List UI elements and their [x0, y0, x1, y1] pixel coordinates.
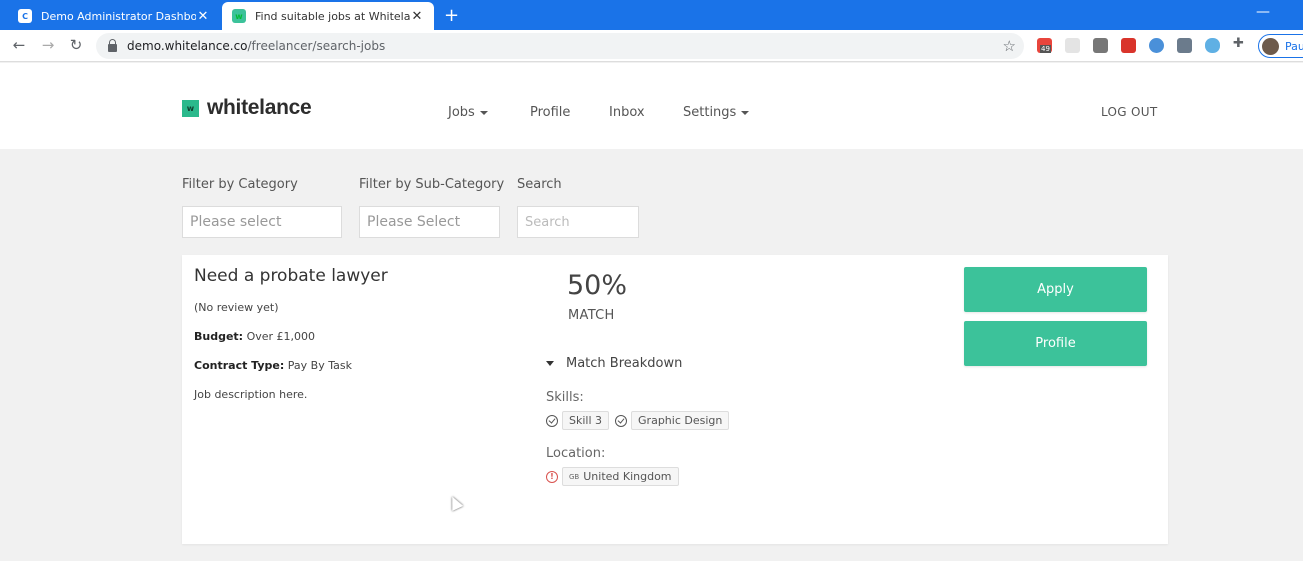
job-card: Need a probate lawyer (No review yet) Bu… [182, 255, 1168, 544]
job-budget: Budget: Over £1,000 [194, 330, 315, 343]
nav-inbox-label: Inbox [609, 105, 645, 120]
browser-tab-find-jobs[interactable]: w Find suitable jobs at Whitelance. ✕ [222, 2, 434, 30]
reload-icon[interactable]: ↻ [66, 36, 86, 54]
location-tag: GB United Kingdom [562, 467, 679, 486]
apply-button[interactable]: Apply [964, 267, 1147, 312]
nav-settings[interactable]: Settings [683, 105, 750, 120]
browser-toolbar: ← → ↻ demo.whitelance.co/freelancer/sear… [0, 30, 1303, 62]
contract-label: Contract Type: [194, 359, 285, 372]
nav-inbox[interactable]: Inbox [609, 105, 645, 120]
logo-text: whitelance [207, 96, 312, 119]
caret-down-icon [479, 110, 488, 115]
skills-label: Skills: [546, 390, 584, 405]
skill-tag: Graphic Design [631, 411, 730, 430]
whitelance-logo[interactable]: w whitelance [182, 96, 312, 120]
budget-value: Over £1,000 [246, 330, 316, 343]
nav-profile-label: Profile [530, 105, 571, 120]
grammar-extension-icon[interactable] [1177, 38, 1192, 53]
lock-icon [108, 38, 117, 52]
nav-profile[interactable]: Profile [530, 105, 570, 120]
contract-value: Pay By Task [287, 359, 352, 372]
flag-icon: GB [569, 472, 580, 481]
browser-profile-button[interactable]: Pau [1258, 34, 1303, 58]
tab-title: Demo Administrator Dashboard [41, 9, 196, 23]
subcategory-select[interactable]: Please Select [359, 206, 500, 238]
nav-settings-label: Settings [683, 105, 737, 120]
job-title: Need a probate lawyer [194, 266, 388, 286]
shield-extension-icon[interactable] [1065, 38, 1080, 53]
profile-button[interactable]: Profile [964, 321, 1147, 366]
subcategory-filter-label: Filter by Sub-Category [359, 177, 505, 192]
budget-label: Budget: [194, 330, 244, 343]
close-tab-icon[interactable]: ✕ [410, 9, 424, 24]
puzzle-extensions-icon[interactable]: ✚ [1233, 36, 1248, 51]
category-select[interactable]: Please select [182, 206, 342, 238]
profile-name: Pau [1285, 39, 1303, 53]
window-minimize-icon[interactable]: — [1256, 4, 1270, 20]
job-contract-type: Contract Type: Pay By Task [194, 359, 352, 372]
browser-tab-bar: C Demo Administrator Dashboard ✕ w Find … [0, 0, 1303, 30]
close-tab-icon[interactable]: ✕ [196, 9, 210, 24]
check-circle-icon [615, 414, 628, 427]
breakdown-label: Match Breakdown [566, 356, 683, 371]
location-name: United Kingdom [583, 470, 672, 483]
nav-jobs[interactable]: Jobs [448, 105, 488, 120]
skill-tag: Skill 3 [562, 411, 610, 430]
check-circle-icon [546, 414, 558, 427]
job-description: Job description here. [194, 388, 308, 401]
new-tab-plus-icon[interactable]: + [444, 5, 459, 26]
logout-link[interactable]: LOG OUT [1101, 105, 1157, 119]
tab-title: Find suitable jobs at Whitelance. [255, 9, 410, 23]
logo-mark-icon: w [182, 99, 199, 117]
match-percentage: 50% [567, 270, 628, 301]
forward-arrow-icon[interactable]: → [38, 36, 58, 54]
nav-jobs-label: Jobs [448, 105, 475, 120]
cloud-extension-icon[interactable] [1205, 38, 1220, 53]
back-arrow-icon[interactable]: ← [9, 36, 29, 54]
url-text: demo.whitelance.co/freelancer/search-job… [127, 39, 386, 53]
calendar-extension-icon[interactable]: 49 [1037, 38, 1052, 53]
camera-extension-icon[interactable] [1093, 38, 1108, 53]
category-filter-label: Filter by Category [182, 177, 298, 192]
admin-favicon-icon: C [18, 9, 32, 23]
skills-list: Skill 3 Graphic Design [546, 411, 735, 430]
review-status: (No review yet) [194, 301, 279, 314]
location-list: ! GB United Kingdom [546, 467, 685, 486]
site-header: w whitelance Jobs Profile Inbox Settings… [0, 63, 1303, 149]
warning-circle-icon: ! [546, 470, 558, 483]
search-label: Search [517, 177, 562, 192]
address-bar[interactable]: demo.whitelance.co/freelancer/search-job… [96, 33, 1024, 59]
match-label: MATCH [568, 308, 615, 323]
avatar [1262, 37, 1279, 55]
whitelance-favicon-icon: w [232, 9, 246, 23]
location-label: Location: [546, 446, 606, 461]
pdf-extension-icon[interactable] [1121, 38, 1136, 53]
triangle-down-icon [546, 361, 554, 366]
bookmark-star-icon[interactable]: ☆ [1003, 37, 1016, 55]
search-input[interactable]: Search [517, 206, 639, 238]
gear-extension-icon[interactable] [1149, 38, 1164, 53]
browser-tab-admin-dashboard[interactable]: C Demo Administrator Dashboard ✕ [8, 2, 220, 30]
match-breakdown-toggle[interactable]: Match Breakdown [546, 356, 682, 371]
caret-down-icon [741, 110, 750, 115]
